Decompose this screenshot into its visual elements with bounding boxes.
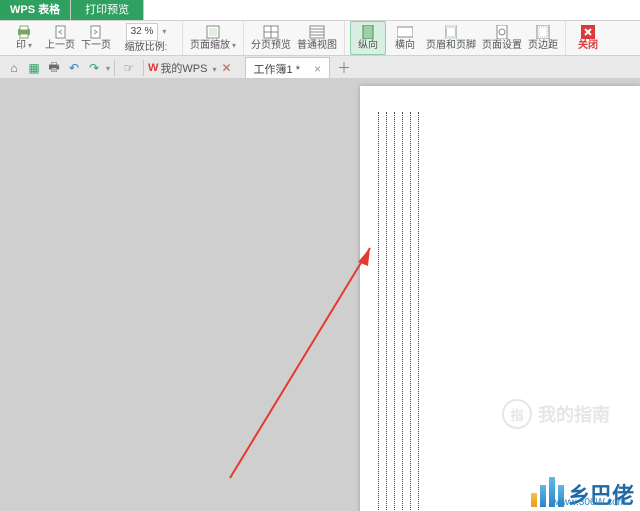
page-zoom-icon xyxy=(205,25,221,39)
portrait-label: 纵向 xyxy=(358,40,378,52)
page-break-label: 分页预览 xyxy=(251,40,291,52)
chevron-down-icon[interactable]: ▾ xyxy=(162,27,166,36)
next-page-label: 下一页 xyxy=(81,40,111,52)
page-break-preview-button[interactable]: 分页预览 xyxy=(249,22,293,54)
margins-label: 页边距 xyxy=(528,40,558,52)
watermark-guide: 指 我的指南 xyxy=(502,399,610,429)
landscape-label: 横向 xyxy=(395,40,415,52)
normal-view-icon xyxy=(309,25,325,39)
document-tab-label: 工作簿1 * xyxy=(254,61,300,77)
qa-save-icon[interactable]: ▦ xyxy=(25,59,43,77)
close-icon xyxy=(580,25,596,39)
qa-close-icon[interactable]: ✕ xyxy=(218,59,236,77)
ribbon-tab-print-preview[interactable]: 打印预览 xyxy=(70,0,144,20)
margins-icon xyxy=(535,25,551,39)
page-setup-icon xyxy=(494,25,510,39)
header-footer-icon xyxy=(443,25,459,39)
landscape-icon xyxy=(397,25,413,39)
page-zoom-button[interactable]: 页面缩放▾ xyxy=(188,22,238,54)
preview-content-columns xyxy=(378,112,420,511)
page-zoom-label: 页面缩放 xyxy=(190,40,230,51)
mywps-button[interactable]: 我的WPS ▾ xyxy=(160,60,216,76)
watermark-guide-text: 我的指南 xyxy=(538,401,610,427)
qa-touch-icon[interactable]: ☞ xyxy=(120,59,138,77)
zoom-group: 32 % ▾ 缩放比例: xyxy=(115,22,177,54)
portrait-icon xyxy=(360,25,376,39)
qa-redo-icon[interactable]: ↷ xyxy=(85,59,103,77)
chevron-down-icon: ▾ xyxy=(28,41,32,50)
ribbon-tab-label: 打印预览 xyxy=(85,4,129,16)
separator xyxy=(143,60,144,76)
document-tab[interactable]: 工作簿1 * × xyxy=(245,57,330,80)
close-preview-button[interactable]: 关闭 xyxy=(571,22,605,54)
header-footer-button[interactable]: 页眉和页脚 xyxy=(424,22,478,54)
ribbon: 印▾ 上一页 下一页 32 % ▾ 缩放比例: xyxy=(0,21,640,56)
preview-workspace: 指 我的指南 乡巴佬 www.306W.com xyxy=(0,78,640,511)
prev-page-label: 上一页 xyxy=(45,40,75,52)
printer-icon xyxy=(16,25,32,39)
zoom-label: 缩放比例: xyxy=(125,42,168,54)
print-label: 印 xyxy=(16,40,26,51)
page-next-icon xyxy=(88,25,104,39)
prev-page-button[interactable]: 上一页 xyxy=(43,22,77,54)
watermark-logo-icon: 指 xyxy=(502,399,532,429)
new-tab-button[interactable]: ＋ xyxy=(336,58,352,78)
page-break-icon xyxy=(263,25,279,39)
wps-logo-icon: W xyxy=(148,62,158,74)
landscape-button[interactable]: 横向 xyxy=(388,22,422,54)
qa-home-icon[interactable]: ⌂ xyxy=(5,59,23,77)
page-setup-label: 页面设置 xyxy=(482,40,522,52)
print-button[interactable]: 印▾ xyxy=(7,22,41,54)
watermark-url: www.306W.com xyxy=(555,497,626,508)
qa-undo-icon[interactable]: ↶ xyxy=(65,59,83,77)
title-bar: WPS 表格 打印预览 xyxy=(0,0,640,21)
chevron-down-icon: ▾ xyxy=(213,65,217,74)
header-footer-label: 页眉和页脚 xyxy=(426,40,476,52)
portrait-button[interactable]: 纵向 xyxy=(350,21,386,55)
watermark-site: 乡巴佬 www.306W.com xyxy=(531,477,634,507)
preview-page xyxy=(360,86,640,511)
separator xyxy=(114,60,115,76)
zoom-value[interactable]: 32 % xyxy=(126,23,159,41)
chevron-down-icon: ▾ xyxy=(232,41,236,50)
chevron-down-icon[interactable]: ▾ xyxy=(106,64,110,73)
app-name-chip: WPS 表格 xyxy=(0,0,70,20)
app-name: WPS 表格 xyxy=(10,4,60,16)
tab-close-icon[interactable]: × xyxy=(314,62,321,76)
margins-button[interactable]: 页边距 xyxy=(526,22,560,54)
close-label: 关闭 xyxy=(578,40,598,52)
qa-print-icon[interactable]: 🖶 xyxy=(45,59,63,77)
next-page-button[interactable]: 下一页 xyxy=(79,22,113,54)
page-setup-button[interactable]: 页面设置 xyxy=(480,22,524,54)
page-prev-icon xyxy=(52,25,68,39)
normal-view-button[interactable]: 普通视图 xyxy=(295,22,339,54)
normal-view-label: 普通视图 xyxy=(297,40,337,52)
